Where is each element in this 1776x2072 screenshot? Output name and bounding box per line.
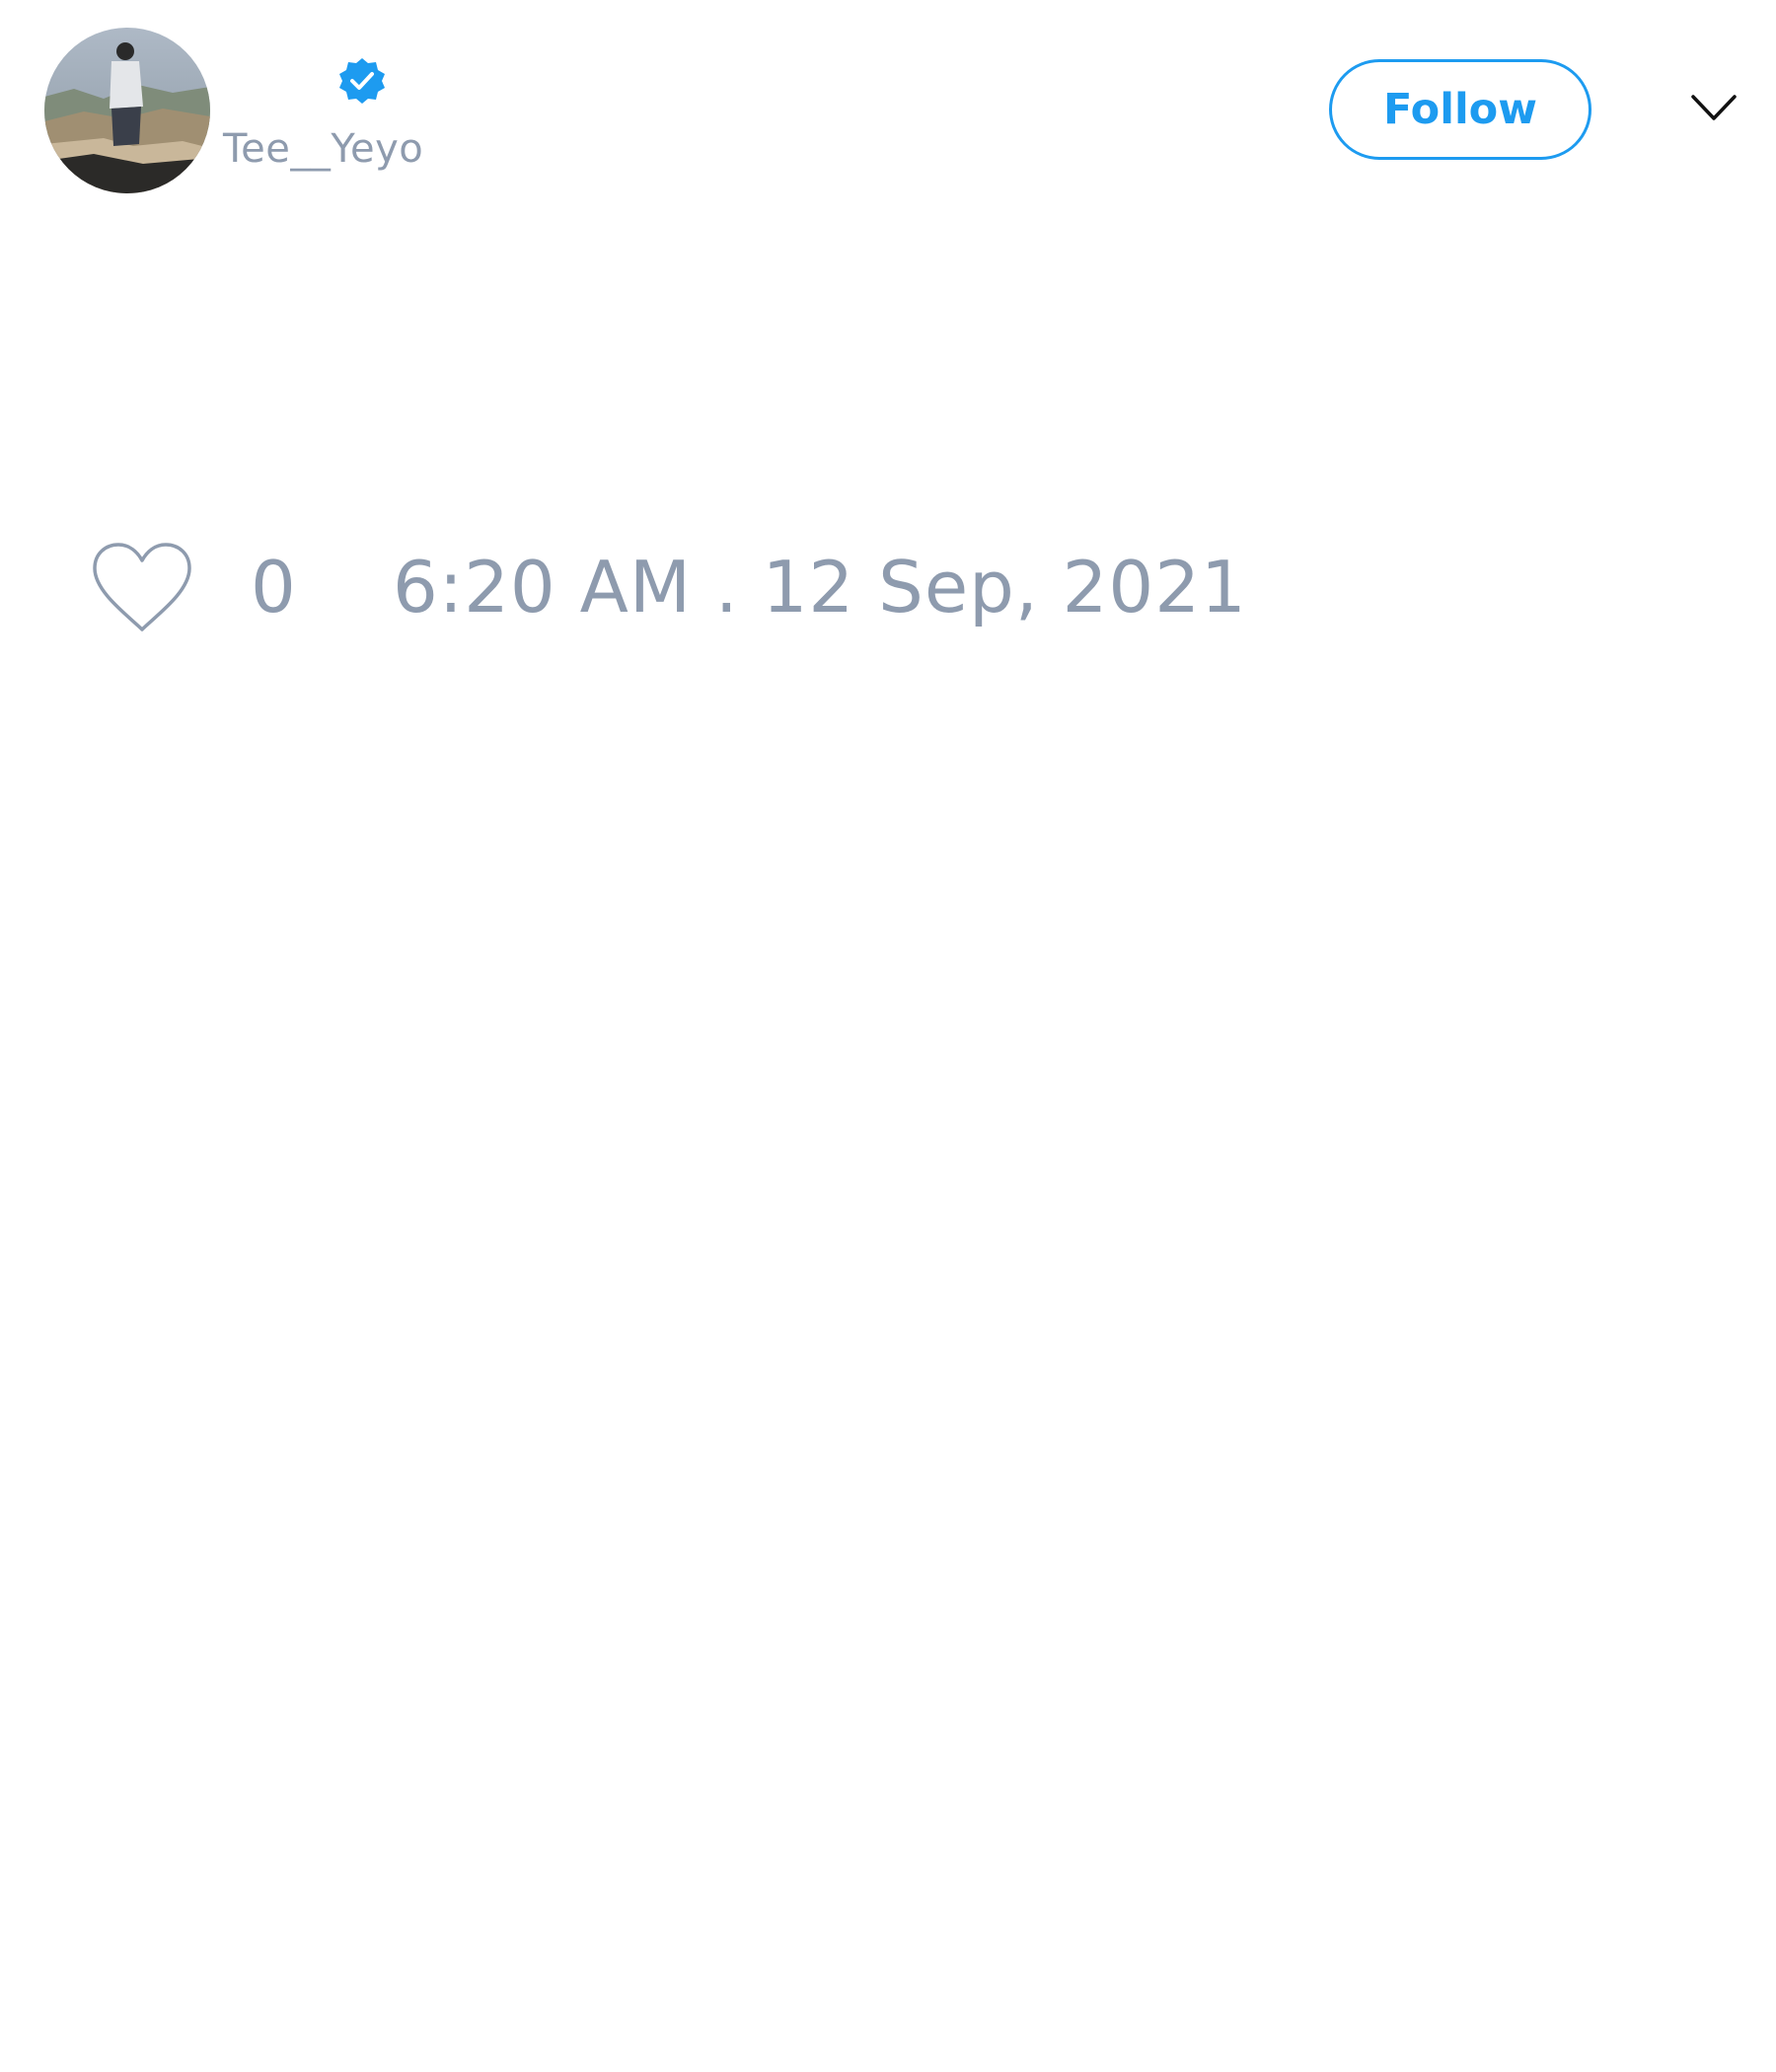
verified-badge-icon xyxy=(339,58,385,104)
avatar[interactable] xyxy=(44,28,210,193)
tweet-embed: Tee__Yeyo Follow 0 6:20 AM . 12 Sep, 202… xyxy=(0,0,1776,2072)
follow-button[interactable]: Follow xyxy=(1329,59,1591,160)
heart-outline-icon[interactable] xyxy=(89,541,195,635)
chevron-down-icon[interactable] xyxy=(1689,91,1739,126)
tweet-timestamp[interactable]: 6:20 AM . 12 Sep, 2021 xyxy=(393,547,1247,628)
like-count: 0 xyxy=(251,546,296,629)
avatar-image xyxy=(44,28,210,193)
user-handle[interactable]: Tee__Yeyo xyxy=(223,126,423,172)
